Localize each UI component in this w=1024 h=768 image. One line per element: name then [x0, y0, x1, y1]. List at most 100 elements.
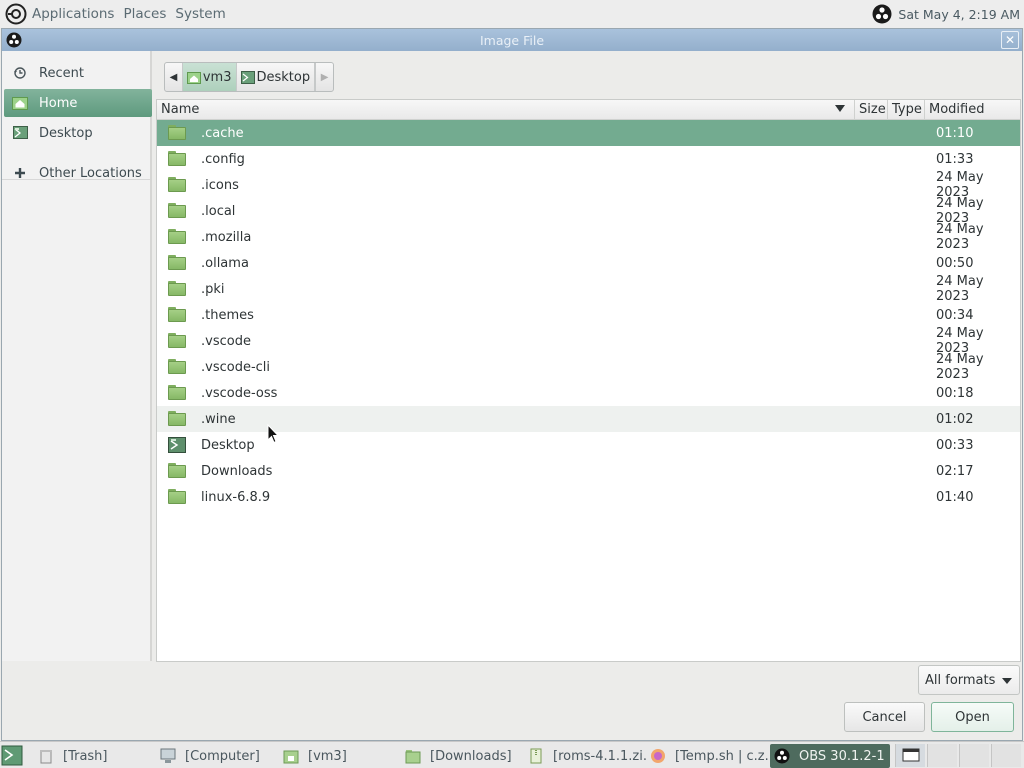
folder-icon [168, 489, 186, 505]
file-name: .local [201, 203, 236, 219]
firefox-icon [651, 749, 665, 763]
path-crumb-label: Desktop [256, 69, 311, 85]
file-name: .themes [201, 307, 254, 323]
file-name: .icons [201, 177, 239, 193]
sidebar-item-home[interactable]: Home [4, 89, 152, 117]
file-row[interactable]: .pki 24 May 2023 [157, 274, 1020, 304]
path-forward-button[interactable]: ▶ [315, 63, 333, 91]
sidebar-item-label: Other Locations [39, 165, 142, 181]
workspace-4[interactable] [991, 744, 1021, 767]
places-sidebar: Recent Home Desktop Other Locations [2, 51, 152, 661]
clock[interactable]: Sat May 4, 2:19 AM [898, 7, 1020, 22]
file-row[interactable]: .themes 00:34 [157, 302, 1020, 328]
taskbar-item[interactable]: [Downloads] [405, 744, 523, 768]
column-name[interactable]: Name [157, 100, 854, 119]
folder-icon [168, 307, 186, 323]
places-menu[interactable]: Places [123, 6, 166, 22]
file-name: .pki [201, 281, 225, 297]
taskbar-item-label: [Trash] [63, 748, 108, 764]
workspace-3[interactable] [959, 744, 989, 767]
file-name: .config [201, 151, 245, 167]
obs-tray-icon[interactable] [872, 4, 892, 24]
taskbar-item[interactable]: [Trash] [38, 744, 156, 768]
column-modified[interactable]: Modified [924, 100, 1020, 119]
obs-icon [774, 748, 790, 764]
workspace-2[interactable] [927, 744, 957, 767]
os-logo-icon[interactable] [5, 3, 27, 25]
file-row[interactable]: .wine 01:02 [157, 406, 1020, 432]
file-row[interactable]: .mozilla 24 May 2023 [157, 222, 1020, 252]
sidebar-item-desktop[interactable]: Desktop [4, 119, 152, 147]
file-row[interactable]: .icons 24 May 2023 [157, 170, 1020, 200]
cancel-button[interactable]: Cancel [844, 702, 925, 732]
file-modified: 24 May 2023 [936, 222, 984, 252]
taskbar-item[interactable]: [vm3] [283, 744, 401, 768]
path-crumb-label: vm3 [202, 69, 232, 85]
file-row[interactable]: .local 24 May 2023 [157, 196, 1020, 226]
file-row[interactable]: .vscode 24 May 2023 [157, 326, 1020, 356]
folder-icon [168, 385, 186, 401]
system-menu[interactable]: System [175, 6, 225, 22]
taskbar-item[interactable]: OBS 30.1.2-1 ... [770, 744, 890, 768]
file-modified: 24 May 2023 [936, 196, 984, 226]
taskbar-item-label: [Computer] [185, 748, 260, 764]
dialog-title: Image File [479, 32, 545, 48]
file-list[interactable]: Name Size Type Modified .cache 01:10 .conf… [156, 99, 1021, 662]
file-row[interactable]: .ollama 00:50 [157, 250, 1020, 276]
home-folder-icon [283, 750, 299, 764]
close-button[interactable]: ✕ [1001, 31, 1019, 49]
sort-descending-icon [835, 105, 845, 112]
file-modified: 00:33 [936, 437, 974, 453]
taskbar-item[interactable]: [Computer] [160, 744, 278, 768]
applications-menu[interactable]: Applications [32, 6, 114, 22]
folder-icon [168, 333, 186, 349]
close-icon: ✕ [1004, 33, 1016, 47]
file-row[interactable]: .cache 01:10 [157, 120, 1020, 146]
format-filter-value: All formats [925, 672, 996, 688]
show-desktop-icon[interactable] [0, 744, 24, 767]
taskbar-item[interactable]: [roms-4.1.1.zi... [528, 744, 646, 768]
file-modified: 01:10 [936, 125, 974, 141]
titlebar[interactable]: Image File ✕ [2, 29, 1022, 51]
taskbar-item-label: OBS 30.1.2-1 ... [799, 748, 890, 764]
taskbar-item-label: [Temp.sh | c.z... [675, 748, 768, 764]
open-button[interactable]: Open [931, 702, 1014, 732]
taskbar-item-label: [vm3] [308, 748, 347, 764]
folder-icon [168, 203, 186, 219]
sidebar-item-other-locations[interactable]: Other Locations [4, 159, 152, 187]
file-row[interactable]: .config 01:33 [157, 146, 1020, 172]
sidebar-item-label: Desktop [39, 125, 93, 141]
column-type[interactable]: Type [887, 100, 924, 119]
home-icon [12, 95, 28, 111]
file-modified: 00:50 [936, 255, 974, 271]
column-size[interactable]: Size [854, 100, 887, 119]
file-modified: 01:33 [936, 151, 974, 167]
workspace-1[interactable] [895, 744, 925, 767]
taskbar-item-label: [roms-4.1.1.zi... [553, 748, 646, 764]
file-row[interactable]: .vscode-oss 00:18 [157, 380, 1020, 406]
file-name: linux-6.8.9 [201, 489, 271, 505]
format-filter-select[interactable]: All formats [918, 665, 1020, 695]
mouse-cursor-icon [267, 424, 279, 444]
archive-icon [530, 748, 542, 764]
file-row[interactable]: linux-6.8.9 01:40 [157, 484, 1020, 510]
file-name: .wine [201, 411, 236, 427]
path-crumb-vm3[interactable]: vm3 [182, 63, 237, 91]
file-name: .vscode-cli [201, 359, 271, 375]
folder-icon [168, 151, 186, 167]
chevron-right-icon: ▶ [320, 71, 329, 83]
file-name: Desktop [201, 437, 255, 453]
sidebar-item-recent[interactable]: Recent [4, 59, 152, 87]
sidebar-item-label: Recent [39, 65, 84, 81]
path-crumb-desktop[interactable]: Desktop [237, 63, 316, 91]
file-row[interactable]: .vscode-cli 24 May 2023 [157, 352, 1020, 382]
file-row[interactable]: Downloads 02:17 [157, 458, 1020, 484]
file-modified: 24 May 2023 [936, 326, 984, 356]
file-row[interactable]: Desktop 00:33 [157, 432, 1020, 458]
folder-icon [168, 281, 186, 297]
top-panel-tray: Sat May 4, 2:19 AM [872, 0, 1020, 28]
file-name: .ollama [201, 255, 249, 271]
taskbar-item[interactable]: [Temp.sh | c.z... [650, 744, 768, 768]
chevron-down-icon [1002, 678, 1012, 684]
path-back-button[interactable]: ◀ [165, 63, 183, 91]
